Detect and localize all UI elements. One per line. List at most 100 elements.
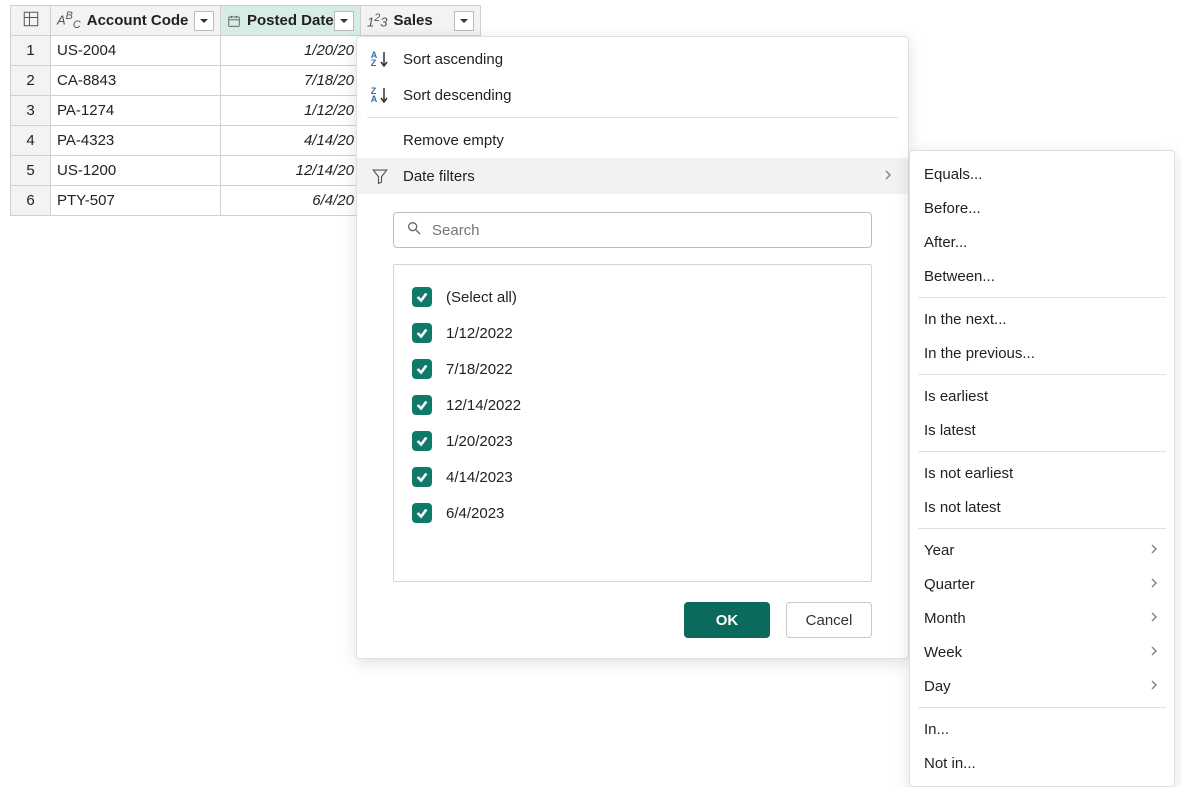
menu-item-label: In the next... (924, 311, 1007, 328)
menu-item-label: Year (924, 542, 954, 559)
filter-select-all[interactable]: (Select all) (412, 279, 853, 315)
checkbox-checked-icon[interactable] (412, 359, 432, 379)
filter-in[interactable]: In... (910, 712, 1174, 746)
cell-account[interactable]: US-2004 (51, 36, 221, 66)
menu-separator (918, 528, 1166, 529)
filter-year[interactable]: Year (910, 533, 1174, 567)
filter-day[interactable]: Day (910, 669, 1174, 703)
cell-account[interactable]: PA-1274 (51, 96, 221, 126)
filter-value-item[interactable]: 1/20/2023 (412, 423, 853, 459)
column-filter-toggle[interactable] (194, 11, 214, 31)
filter-value-label: 7/18/2022 (446, 361, 513, 378)
column-header-posted-date[interactable]: Posted Date (221, 6, 361, 36)
checkbox-checked-icon[interactable] (412, 503, 432, 523)
row-number: 6 (11, 186, 51, 216)
menu-item-label: Is earliest (924, 388, 988, 405)
filter-quarter[interactable]: Quarter (910, 567, 1174, 601)
filter-not-in[interactable]: Not in... (910, 746, 1174, 780)
cell-date[interactable]: 12/14/20 (221, 156, 361, 186)
menu-separator (918, 297, 1166, 298)
cell-date[interactable]: 4/14/20 (221, 126, 361, 156)
checkbox-checked-icon[interactable] (412, 323, 432, 343)
filter-value-label: 6/4/2023 (446, 505, 504, 522)
menu-item-label: Day (924, 678, 951, 695)
cell-date[interactable]: 7/18/20 (221, 66, 361, 96)
filter-value-label: 4/14/2023 (446, 469, 513, 486)
menu-item-label: Remove empty (403, 132, 504, 149)
filter-in-the-previous[interactable]: In the previous... (910, 336, 1174, 370)
search-icon (406, 220, 422, 240)
filter-value-item[interactable]: 12/14/2022 (412, 387, 853, 423)
sort-ascending-item[interactable]: AZ Sort ascending (357, 41, 908, 77)
filter-before[interactable]: Before... (910, 191, 1174, 225)
sort-descending-item[interactable]: ZA Sort descending (357, 77, 908, 113)
date-filters-item[interactable]: Date filters (357, 158, 908, 194)
chevron-right-icon (1148, 678, 1160, 695)
column-label: Account Code (87, 12, 189, 29)
cell-account[interactable]: CA-8843 (51, 66, 221, 96)
filter-week[interactable]: Week (910, 635, 1174, 669)
menu-separator (918, 451, 1166, 452)
text-type-icon: ABC (57, 10, 81, 31)
remove-empty-item[interactable]: Remove empty (357, 122, 908, 158)
menu-item-label: Not in... (924, 755, 976, 772)
menu-item-label: After... (924, 234, 967, 251)
row-number: 4 (11, 126, 51, 156)
cell-date[interactable]: 6/4/20 (221, 186, 361, 216)
row-number: 3 (11, 96, 51, 126)
chevron-right-icon (1148, 610, 1160, 627)
filter-search-box[interactable] (393, 212, 872, 248)
header-row: ABC Account Code Posted Date 123 Sales (11, 6, 481, 36)
sort-desc-icon: ZA (369, 87, 391, 103)
checkbox-checked-icon[interactable] (412, 467, 432, 487)
menu-item-label: In... (924, 721, 949, 738)
filter-value-item[interactable]: 1/12/2022 (412, 315, 853, 351)
filter-value-item[interactable]: 4/14/2023 (412, 459, 853, 495)
filter-is-latest[interactable]: Is latest (910, 413, 1174, 447)
filter-value-label: 1/20/2023 (446, 433, 513, 450)
filter-is-not-latest[interactable]: Is not latest (910, 490, 1174, 524)
menu-separator (918, 374, 1166, 375)
menu-item-label: Quarter (924, 576, 975, 593)
date-filters-submenu: Equals... Before... After... Between... … (909, 150, 1175, 787)
cell-account[interactable]: PTY-507 (51, 186, 221, 216)
checkbox-checked-icon[interactable] (412, 431, 432, 451)
menu-item-label: Equals... (924, 166, 982, 183)
menu-item-label: Month (924, 610, 966, 627)
filter-is-not-earliest[interactable]: Is not earliest (910, 456, 1174, 490)
menu-separator (367, 117, 898, 118)
checkbox-checked-icon[interactable] (412, 395, 432, 415)
checkbox-checked-icon[interactable] (412, 287, 432, 307)
cell-date[interactable]: 1/20/20 (221, 36, 361, 66)
column-header-sales[interactable]: 123 Sales (361, 6, 481, 36)
button-label: Cancel (806, 612, 853, 629)
filter-is-earliest[interactable]: Is earliest (910, 379, 1174, 413)
chevron-right-icon (882, 168, 894, 185)
filter-value-item[interactable]: 7/18/2022 (412, 351, 853, 387)
funnel-icon (369, 167, 391, 185)
date-type-icon (227, 13, 241, 29)
row-number: 2 (11, 66, 51, 96)
cancel-button[interactable]: Cancel (786, 602, 872, 638)
filter-after[interactable]: After... (910, 225, 1174, 259)
cell-account[interactable]: PA-4323 (51, 126, 221, 156)
column-label: Sales (394, 12, 433, 29)
filter-in-the-next[interactable]: In the next... (910, 302, 1174, 336)
column-filter-toggle[interactable] (334, 11, 354, 31)
column-header-account-code[interactable]: ABC Account Code (51, 6, 221, 36)
filter-equals[interactable]: Equals... (910, 157, 1174, 191)
filter-month[interactable]: Month (910, 601, 1174, 635)
chevron-right-icon (1148, 542, 1160, 559)
ok-button[interactable]: OK (684, 602, 770, 638)
menu-item-label: Before... (924, 200, 981, 217)
chevron-right-icon (1148, 576, 1160, 593)
filter-search-input[interactable] (430, 221, 859, 240)
filter-value-item[interactable]: 6/4/2023 (412, 495, 853, 531)
cell-date[interactable]: 1/12/20 (221, 96, 361, 126)
cell-account[interactable]: US-1200 (51, 156, 221, 186)
select-all-rows-button[interactable] (11, 6, 51, 36)
column-filter-toggle[interactable] (454, 11, 474, 31)
sort-asc-icon: AZ (369, 51, 391, 67)
column-label: Posted Date (247, 12, 334, 29)
filter-between[interactable]: Between... (910, 259, 1174, 293)
